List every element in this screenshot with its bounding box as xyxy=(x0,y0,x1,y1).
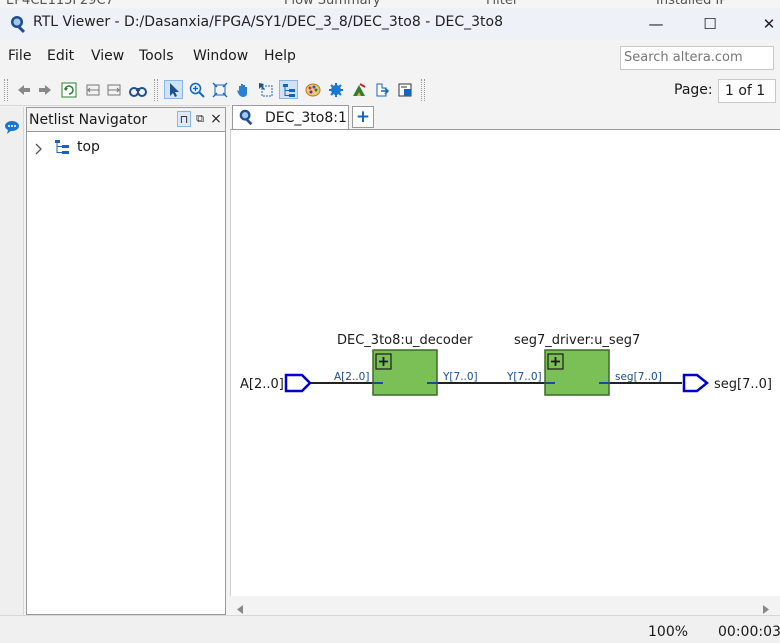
block-seg7-name: seg7_driver:u_seg7 xyxy=(514,333,640,348)
status-bar: 100% 00:00:03 xyxy=(0,615,780,643)
netlist-navigator-panel: Netlist Navigator ⊓ ⧉ × top xyxy=(26,107,226,615)
float-button[interactable]: ⧉ xyxy=(193,111,207,127)
scroll-left-icon[interactable] xyxy=(235,600,245,614)
rtl-viewer-app-icon xyxy=(8,14,28,34)
menu-edit[interactable]: Edit xyxy=(47,48,74,64)
tab-label: DEC_3to8:1 xyxy=(265,110,347,126)
refresh-icon[interactable] xyxy=(59,80,78,99)
color-palette-icon[interactable] xyxy=(303,80,322,99)
menu-tools[interactable]: Tools xyxy=(139,48,174,64)
forward-icon[interactable] xyxy=(35,80,54,99)
hierarchy-icon[interactable] xyxy=(279,80,298,99)
find-icon[interactable] xyxy=(128,80,147,99)
maximize-button[interactable]: ☐ xyxy=(687,8,733,40)
close-button[interactable]: ✕ xyxy=(746,8,780,40)
rtl-viewer-window: EP4CE115F29C7 Flow Summary Filter Instal… xyxy=(0,0,780,643)
close-icon: × xyxy=(210,111,222,127)
page-field[interactable]: 1 of 1 xyxy=(718,79,776,103)
menu-file[interactable]: File xyxy=(8,48,31,64)
back-icon[interactable] xyxy=(14,80,33,99)
chat-bubble-icon[interactable] xyxy=(4,119,20,135)
collapse-icon[interactable] xyxy=(83,80,102,99)
maximize-icon: ☐ xyxy=(703,15,717,33)
menu-view[interactable]: View xyxy=(91,48,124,64)
left-side-strip xyxy=(0,107,24,615)
tab-dec-3to8[interactable]: DEC_3to8:1 xyxy=(232,105,349,129)
output-port-arrow-icon[interactable] xyxy=(682,373,710,393)
background-filter-label: Filter xyxy=(486,0,519,8)
block-decoder-name: DEC_3to8:u_decoder xyxy=(337,333,473,348)
input-port-label: A[2..0] xyxy=(240,377,284,392)
block-seg7-driver[interactable]: seg7_driver:u_seg7 Y[7..0] seg[7..0] xyxy=(506,333,662,396)
toolbar-grip[interactable] xyxy=(4,79,8,101)
tree-item-label: top xyxy=(77,139,100,155)
background-window-strip: EP4CE115F29C7 Flow Summary Filter Instal… xyxy=(0,0,780,8)
expand-block-icon[interactable] xyxy=(375,353,392,370)
export-icon[interactable] xyxy=(372,80,391,99)
background-tab-label: Flow Summary xyxy=(284,0,381,8)
expand-block-icon[interactable] xyxy=(547,353,564,370)
area-select-icon[interactable] xyxy=(256,80,275,99)
output-port-label: seg[7..0] xyxy=(714,377,772,392)
netlist-navigator-header: Netlist Navigator ⊓ ⧉ × xyxy=(27,108,225,132)
title-bar[interactable]: RTL Viewer - D:/Dasanxia/FPGA/SY1/DEC_3_… xyxy=(0,8,780,40)
settings-gear-icon[interactable] xyxy=(326,80,345,99)
expand-icon[interactable] xyxy=(104,80,123,99)
zoom-level: 100% xyxy=(648,624,689,640)
elapsed-time: 00:00:03 xyxy=(718,624,780,640)
scroll-right-icon[interactable] xyxy=(761,600,771,614)
filter-icon[interactable] xyxy=(349,80,368,99)
pin-icon: ⊓ xyxy=(179,112,189,126)
select-pointer-icon[interactable] xyxy=(164,80,183,99)
search-input[interactable]: Search altera.com xyxy=(620,46,774,70)
block-seg7-in-pin: Y[7..0] xyxy=(506,371,542,383)
block-decoder[interactable]: DEC_3to8:u_decoder A[2..0] Y[7..0] xyxy=(334,333,478,396)
menu-window[interactable]: Window xyxy=(193,48,248,64)
input-port-arrow-icon[interactable] xyxy=(284,373,312,393)
fit-icon[interactable] xyxy=(210,80,229,99)
toolbar-grip[interactable] xyxy=(154,79,158,101)
hierarchy-tree-icon xyxy=(53,139,71,157)
chevron-right-icon[interactable] xyxy=(33,141,45,155)
window-title: RTL Viewer - D:/Dasanxia/FPGA/SY1/DEC_3_… xyxy=(33,14,503,30)
pan-hand-icon[interactable] xyxy=(233,80,252,99)
plus-icon: + xyxy=(355,107,371,127)
viewer-tab-bar: DEC_3to8:1 + xyxy=(230,105,780,129)
add-tab-button[interactable]: + xyxy=(352,106,374,128)
background-device-text: EP4CE115F29C7 xyxy=(6,0,114,8)
schematic-svg[interactable]: A[2..0] seg[7..0] DEC_3to8:u_decoder A[2… xyxy=(231,130,780,597)
tree-item-top[interactable]: top xyxy=(31,138,211,158)
horizontal-scrollbar[interactable] xyxy=(230,596,780,615)
netlist-navigator-title: Netlist Navigator xyxy=(29,112,148,128)
block-decoder-in-pin: A[2..0] xyxy=(334,371,369,383)
schematic-canvas[interactable]: A[2..0] seg[7..0] DEC_3to8:u_decoder A[2… xyxy=(230,129,780,596)
page-label: Page: xyxy=(674,82,713,98)
zoom-icon[interactable] xyxy=(187,80,206,99)
page-setup-icon[interactable] xyxy=(395,80,414,99)
block-decoder-out-pin: Y[7..0] xyxy=(442,371,478,383)
rtl-viewer-tab-icon xyxy=(237,108,255,126)
toolbar: Page: 1 of 1 xyxy=(0,74,780,106)
close-icon: ✕ xyxy=(762,15,776,33)
minimize-icon: — xyxy=(648,15,664,33)
toolbar-grip[interactable] xyxy=(421,79,425,101)
background-installed-label: Installed IP xyxy=(656,0,728,8)
pin-button[interactable]: ⊓ xyxy=(177,111,191,127)
block-seg7-out-pin: seg[7..0] xyxy=(615,371,662,383)
minimize-button[interactable]: — xyxy=(633,8,679,40)
menu-help[interactable]: Help xyxy=(264,48,296,64)
float-icon: ⧉ xyxy=(196,112,204,125)
navigator-close-button[interactable]: × xyxy=(209,111,223,127)
